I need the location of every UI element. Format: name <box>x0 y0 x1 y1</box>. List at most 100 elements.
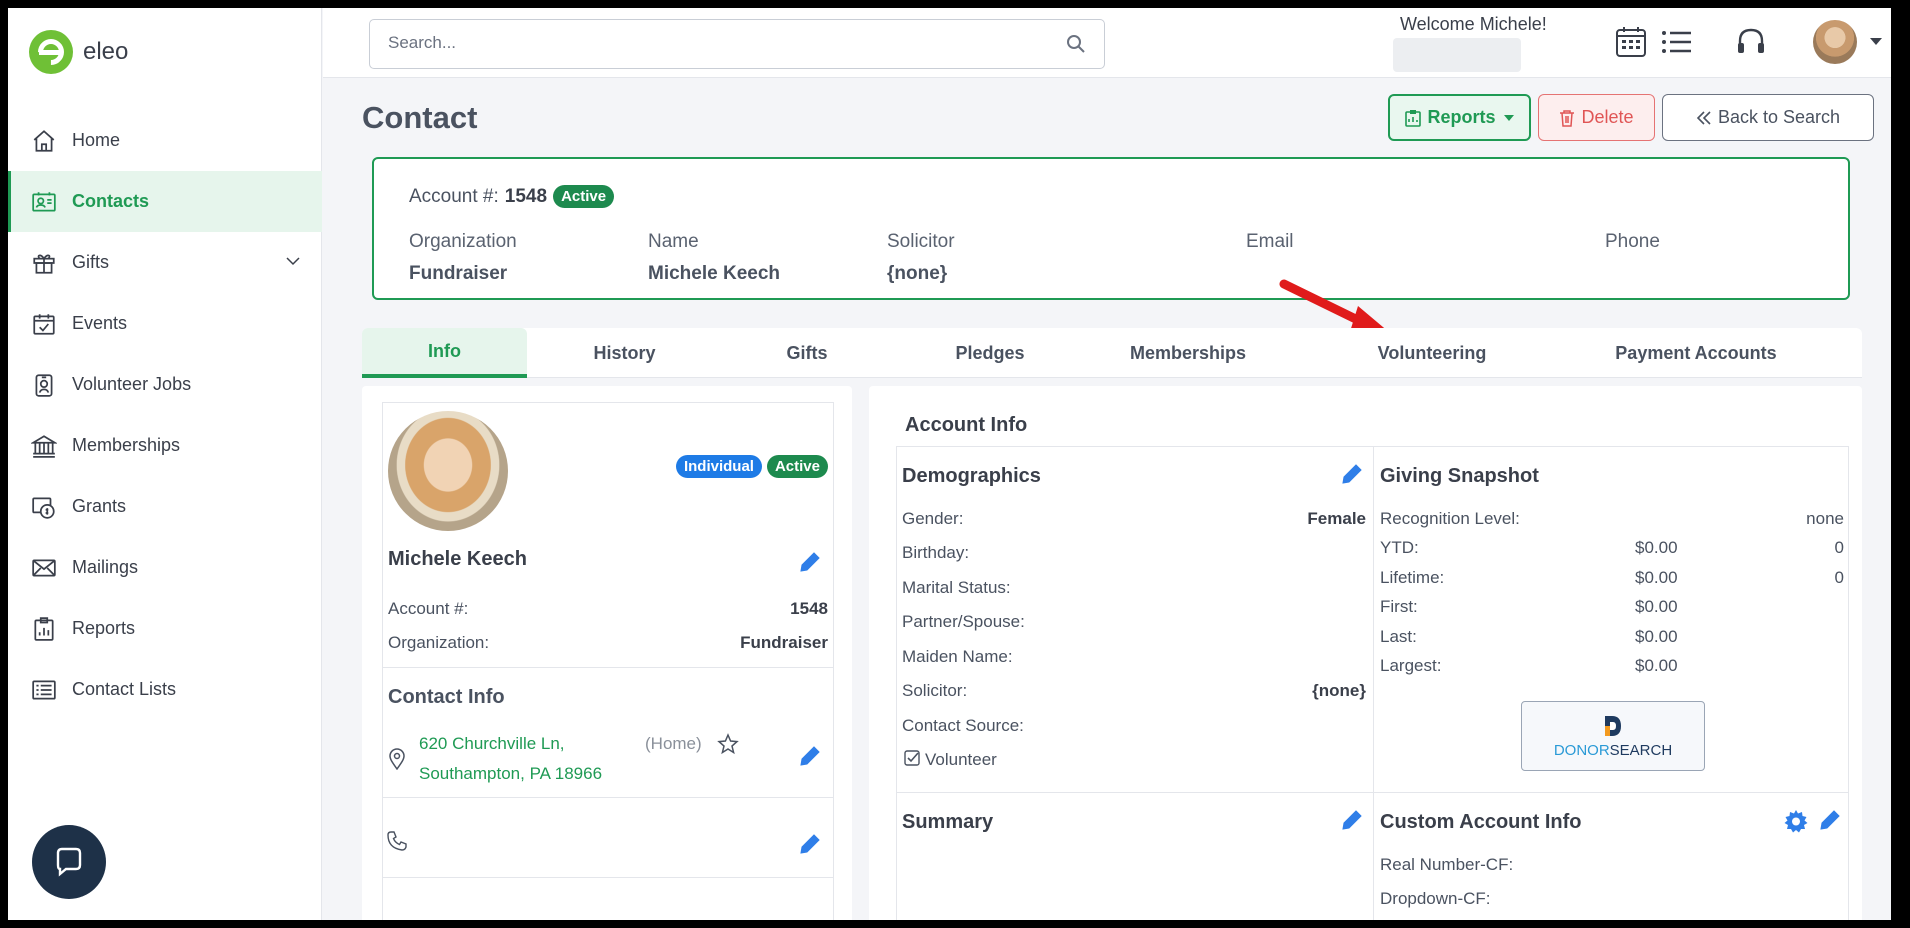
home-icon <box>30 127 58 155</box>
contact-info-title: Contact Info <box>388 686 505 708</box>
donorsearch-button[interactable]: DONORSEARCH <box>1521 701 1705 771</box>
back-label: Back to Search <box>1717 107 1841 127</box>
field-value: {none} <box>887 263 948 284</box>
email-field: Email <box>1246 231 1294 263</box>
back-to-search-button[interactable]: Back to Search <box>1662 94 1874 141</box>
summary-title: Summary <box>902 811 994 833</box>
divider <box>897 792 1848 793</box>
sidebar: eleo Home Contacts Gifts Events Voluntee… <box>8 8 322 920</box>
sidebar-item-volunteer-jobs[interactable]: Volunteer Jobs <box>8 354 322 415</box>
top-bar: Welcome Michele! <box>323 8 1891 78</box>
maiden-name-label: Maiden Name: <box>902 647 1013 666</box>
chevron-down-icon[interactable] <box>286 254 300 268</box>
status-badge: Active <box>766 455 828 478</box>
sidebar-item-grants[interactable]: Grants <box>8 476 322 537</box>
chat-button[interactable] <box>32 825 106 899</box>
name-field: Name Michele Keech <box>648 231 780 285</box>
tab-history[interactable]: History <box>527 328 722 378</box>
envelope-icon <box>30 554 58 582</box>
map-pin-icon <box>389 748 405 770</box>
status-badge: Active <box>553 185 615 208</box>
ytd-count: 0 <box>1834 538 1844 557</box>
checkbox-checked-icon[interactable] <box>904 750 920 766</box>
field-label: Solicitor <box>887 231 955 252</box>
tab-payment-accounts[interactable]: Payment Accounts <box>1576 328 1816 378</box>
search-box <box>369 19 1105 69</box>
report-icon <box>30 615 58 643</box>
account-summary: Account #: 1548 Active Organization Fund… <box>372 157 1850 300</box>
delete-button[interactable]: Delete <box>1538 94 1655 141</box>
reports-label: Reports <box>1427 107 1496 127</box>
address-link[interactable]: 620 Churchville Ln, Southampton, PA 1896… <box>419 729 602 789</box>
solicitor-field: Solicitor {none} <box>887 231 955 285</box>
sidebar-item-events[interactable]: Events <box>8 293 322 354</box>
sidebar-nav: Home Contacts Gifts Events Volunteer Job… <box>8 110 322 720</box>
divider <box>383 797 833 798</box>
sidebar-item-memberships[interactable]: Memberships <box>8 415 322 476</box>
sidebar-item-mailings[interactable]: Mailings <box>8 537 322 598</box>
edit-phone-pencil-icon[interactable] <box>797 831 823 857</box>
divider <box>383 877 833 878</box>
donorsearch-label-part-1: DONOR <box>1553 741 1610 759</box>
redacted-user-info <box>1393 38 1521 72</box>
gear-icon[interactable] <box>1783 809 1809 835</box>
edit-profile-pencil-icon[interactable] <box>797 549 823 575</box>
sidebar-item-gifts[interactable]: Gifts <box>8 232 322 293</box>
badge-icon <box>30 371 58 399</box>
birthday-label: Birthday: <box>902 543 970 562</box>
account-label: Account #: <box>409 185 499 207</box>
sidebar-item-contacts[interactable]: Contacts <box>8 171 322 232</box>
edit-demographics-pencil-icon[interactable] <box>1339 461 1365 487</box>
recognition-level-label: Recognition Level: <box>1380 509 1520 528</box>
field-value: Michele Keech <box>648 263 780 284</box>
search-icon[interactable] <box>1066 34 1086 54</box>
tab-pledges[interactable]: Pledges <box>892 328 1088 378</box>
edit-summary-pencil-icon[interactable] <box>1339 807 1365 833</box>
profile-card: Individual Active Michele Keech Account … <box>382 402 834 920</box>
last-amount: $0.00 <box>1635 627 1678 646</box>
profile-badges: Individual Active <box>675 455 828 478</box>
page-title: Contact <box>362 100 478 135</box>
contacts-icon <box>30 188 58 216</box>
reports-button[interactable]: Reports <box>1388 94 1531 141</box>
edit-address-pencil-icon[interactable] <box>797 743 823 769</box>
profile-account-row: Account #: 1548 <box>388 599 828 619</box>
lifetime-label: Lifetime: <box>1380 568 1445 587</box>
donorsearch-logo-icon <box>1605 715 1621 736</box>
tab-volunteering[interactable]: Volunteering <box>1288 328 1576 378</box>
search-input[interactable] <box>388 20 1028 66</box>
sidebar-item-label: Grants <box>72 496 127 516</box>
profile-organization-row: Organization: Fundraiser <box>388 633 828 653</box>
row-label: Account #: <box>388 599 469 618</box>
donorsearch-label-part-2: SEARCH <box>1609 741 1673 759</box>
headset-icon[interactable] <box>1733 24 1769 60</box>
clipboard-icon <box>1405 109 1422 127</box>
sidebar-item-reports[interactable]: Reports <box>8 598 322 659</box>
sidebar-item-label: Gifts <box>72 252 110 272</box>
tab-gifts[interactable]: Gifts <box>722 328 892 378</box>
chat-bubble-icon <box>56 847 82 877</box>
phone-field: Phone <box>1605 231 1660 263</box>
task-list-icon[interactable] <box>1659 24 1695 60</box>
caret-down-icon[interactable] <box>1870 38 1882 45</box>
profile-photo <box>388 411 508 531</box>
tab-memberships[interactable]: Memberships <box>1088 328 1288 378</box>
tab-info[interactable]: Info <box>362 328 527 378</box>
divider <box>383 667 833 668</box>
solicitor-label: Solicitor: <box>902 681 968 700</box>
row-value: Fundraiser <box>740 633 828 652</box>
sidebar-item-label: Contact Lists <box>72 679 177 699</box>
edit-custom-info-pencil-icon[interactable] <box>1817 807 1843 833</box>
sidebar-item-label: Contacts <box>72 191 150 211</box>
organization-field: Organization Fundraiser <box>409 231 517 285</box>
sidebar-item-home[interactable]: Home <box>8 110 322 171</box>
star-icon[interactable] <box>717 733 739 755</box>
gift-icon <box>30 249 58 277</box>
calendar-icon[interactable] <box>1613 24 1649 60</box>
sidebar-item-contact-lists[interactable]: Contact Lists <box>8 659 322 720</box>
sidebar-item-label: Reports <box>72 618 136 638</box>
lifetime-count: 0 <box>1834 568 1844 587</box>
logo[interactable]: eleo <box>29 30 128 74</box>
user-avatar[interactable] <box>1813 20 1857 64</box>
gender-label: Gender: <box>902 509 964 528</box>
